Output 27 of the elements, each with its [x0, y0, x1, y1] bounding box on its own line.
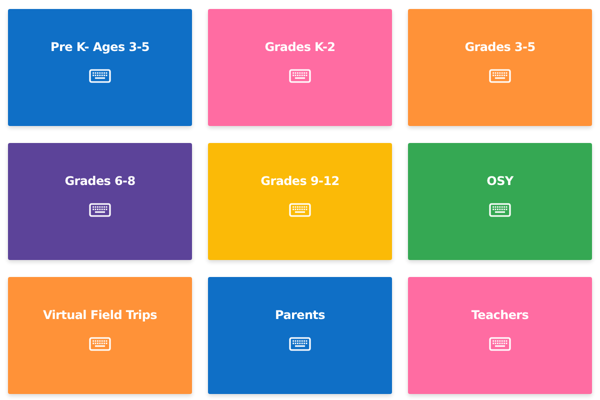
card-title: Virtual Field Trips: [42, 307, 158, 323]
keyboard-icon: [289, 203, 311, 217]
card-title: Grades 3-5: [464, 39, 536, 55]
category-card[interactable]: Parents: [208, 277, 392, 394]
category-card[interactable]: Virtual Field Trips: [8, 277, 192, 394]
card-title: Grades 6-8: [64, 173, 136, 189]
keyboard-icon: [89, 337, 111, 351]
keyboard-icon: [489, 337, 511, 351]
keyboard-icon: [89, 69, 111, 83]
keyboard-icon: [89, 203, 111, 217]
keyboard-icon: [489, 203, 511, 217]
card-title: Parents: [275, 307, 325, 323]
category-card[interactable]: Grades K-2: [208, 9, 392, 126]
card-title: Grades K-2: [264, 39, 336, 55]
card-title: Pre K- Ages 3-5: [50, 39, 150, 55]
category-card[interactable]: Grades 6-8: [8, 143, 192, 260]
card-title: Grades 9-12: [260, 173, 340, 189]
category-card[interactable]: OSY: [408, 143, 592, 260]
card-title: Teachers: [471, 307, 529, 323]
keyboard-icon: [289, 69, 311, 83]
category-card[interactable]: Teachers: [408, 277, 592, 394]
category-card[interactable]: Grades 3-5: [408, 9, 592, 126]
keyboard-icon: [489, 69, 511, 83]
card-title: OSY: [486, 173, 514, 189]
category-card[interactable]: Pre K- Ages 3-5: [8, 9, 192, 126]
category-card[interactable]: Grades 9-12: [208, 143, 392, 260]
keyboard-icon: [289, 337, 311, 351]
